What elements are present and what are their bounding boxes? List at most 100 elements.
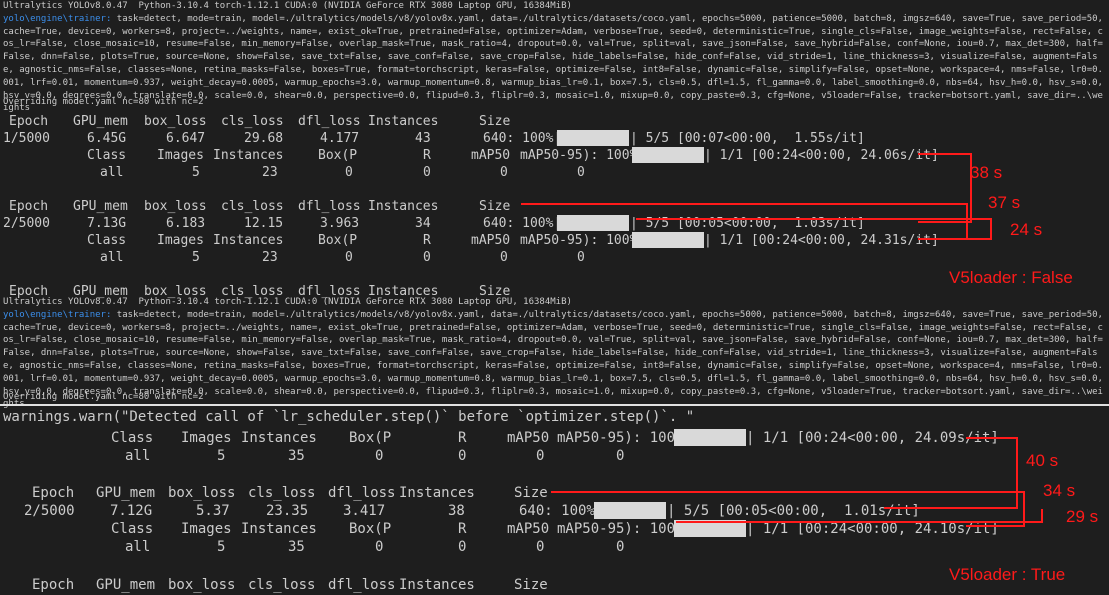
col-r: R (458, 430, 467, 446)
col-images: Images (157, 233, 204, 248)
col-dfl-loss: dfl_loss (298, 114, 361, 129)
progress-bar (594, 502, 666, 519)
cell-cls-loss: 29.68 (244, 131, 284, 146)
cell-instances: 34 (415, 216, 431, 231)
col-gpu-mem: GPU_mem (73, 199, 128, 214)
val-all-row: all 5 35 0 0 0 0 (0, 447, 1109, 464)
col-dfl-loss: dfl_loss (328, 577, 396, 593)
col-box-loss: box_loss (144, 199, 207, 214)
train-header-row: Epoch GPU_mem box_loss cls_loss dfl_loss… (0, 113, 1109, 130)
col-val-instances: Instances (241, 521, 317, 537)
cell-map50-95: 0 (616, 539, 625, 555)
col-box-loss: box_loss (168, 485, 236, 501)
cell-p: 0 (345, 165, 353, 180)
cell-map50: 0 (536, 539, 545, 555)
cell-cls-loss: 12.15 (244, 216, 284, 231)
override-line-1: Overriding model.yaml nc=80 with nc=2 (3, 97, 204, 107)
cell-cls-loss: 23.35 (266, 503, 309, 519)
col-epoch: Epoch (32, 485, 75, 501)
col-map50: mAP50 (507, 430, 550, 446)
col-map50-95: mAP50-95): 100%| (520, 148, 646, 163)
annotation-time-2: 34 s (1043, 481, 1076, 500)
col-instances: Instances (399, 577, 475, 593)
val-header-row: Class Images Instances Box(P R mAP50 mAP… (0, 147, 1109, 164)
cell-images: 5 (217, 448, 226, 464)
val-header-row: Class Images Instances Box(P R mAP50 mAP… (0, 232, 1109, 249)
col-gpu-mem: GPU_mem (96, 577, 156, 593)
val-all-row: all 5 35 0 0 0 0 (0, 538, 1109, 555)
col-cls-loss: cls_loss (248, 485, 316, 501)
val-progress-bar (632, 147, 704, 163)
annotation-time-2: 37 s (988, 193, 1021, 212)
cell-map50-95: 0 (577, 165, 585, 180)
col-gpu-mem: GPU_mem (96, 485, 156, 501)
col-map50: mAP50 (471, 233, 511, 248)
col-class: Class (87, 233, 127, 248)
cell-map50: 0 (536, 448, 545, 464)
col-class: Class (111, 430, 154, 446)
cell-box-loss: 6.183 (166, 216, 206, 231)
val-progress-bar (674, 429, 746, 446)
cell-size-progress: 640: 100%| (483, 216, 562, 231)
col-instances: Instances (368, 199, 439, 214)
col-map50-95: mAP50-95): 100%| (557, 430, 692, 446)
cell-p: 0 (345, 250, 353, 265)
trainer-prompt-1: yolo\engine\trainer: (3, 13, 112, 24)
cell-instances: 38 (448, 503, 465, 519)
cell-dfl-loss: 3.417 (343, 503, 386, 519)
col-r: R (423, 233, 431, 248)
train-header-row: Epoch GPU_mem box_loss cls_loss dfl_loss… (0, 576, 1109, 593)
progress-tail: | 5/5 [00:07<00:00, 1.55s/it] (630, 131, 865, 146)
col-size: Size (514, 485, 548, 501)
val-all-row: all 5 23 0 0 0 0 (0, 249, 1109, 266)
train-row: 2/5000 7.12G 5.37 23.35 3.417 38 640: 10… (0, 502, 1109, 519)
col-images: Images (157, 148, 204, 163)
trainer-prompt-2: yolo\engine\trainer: (3, 309, 112, 320)
cell-map50: 0 (500, 165, 508, 180)
col-epoch: Epoch (32, 577, 75, 593)
cell-p: 0 (375, 448, 384, 464)
cell-instances: 43 (415, 131, 431, 146)
val-progress-tail: | 1/1 [00:24<00:00, 24.31s/it] (704, 233, 939, 248)
cell-size-progress: 640: 100%| (519, 503, 604, 519)
warning-line: warnings.warn("Detected call of `lr_sche… (3, 409, 695, 425)
cell-box-loss: 5.37 (196, 503, 230, 519)
train-header-row: Epoch GPU_mem box_loss cls_loss dfl_loss… (0, 198, 1109, 215)
annotation-time-1: 40 s (1026, 451, 1059, 470)
col-box-loss: box_loss (168, 577, 236, 593)
val-progress-bar (632, 232, 704, 248)
cell-box-loss: 6.647 (166, 131, 206, 146)
val-all-row: all 5 23 0 0 0 0 (0, 164, 1109, 181)
progress-bar (557, 130, 629, 146)
cell-instances: 35 (288, 448, 305, 464)
cell-instances: 23 (262, 165, 278, 180)
annotation-time-3: 24 s (1010, 220, 1043, 239)
val-header-row: Class Images Instances Box(P R mAP50 mAP… (0, 429, 1109, 446)
cell-epoch: 1/5000 (3, 131, 50, 146)
cell-gpu-mem: 7.12G (110, 503, 153, 519)
annotation-label-v5loader-true: V5loader : True (949, 565, 1066, 584)
col-box-p: Box(P (318, 233, 358, 248)
cell-all: all (100, 165, 124, 180)
col-map50-95: mAP50-95): 100%| (557, 521, 692, 537)
col-val-instances: Instances (213, 148, 284, 163)
cell-all: all (125, 448, 151, 464)
col-box-p: Box(P (349, 430, 392, 446)
col-images: Images (181, 430, 232, 446)
col-class: Class (87, 148, 127, 163)
col-cls-loss: cls_loss (248, 577, 316, 593)
cell-r: 0 (458, 448, 467, 464)
cell-images: 5 (217, 539, 226, 555)
col-gpu-mem: GPU_mem (73, 114, 128, 129)
section-divider (0, 404, 1109, 406)
col-size: Size (479, 199, 511, 214)
col-box-loss: box_loss (144, 114, 207, 129)
col-r: R (458, 521, 467, 537)
version-line-1: Ultralytics YOLOv8.0.47 Python-3.10.4 to… (3, 1, 572, 11)
cell-instances: 35 (288, 539, 305, 555)
col-val-instances: Instances (213, 233, 284, 248)
annotation-time-1: 38 s (970, 163, 1003, 182)
cell-all: all (125, 539, 151, 555)
cell-p: 0 (375, 539, 384, 555)
version-line-2: Ultralytics YOLOv8.0.47 Python-3.10.4 to… (3, 297, 572, 307)
